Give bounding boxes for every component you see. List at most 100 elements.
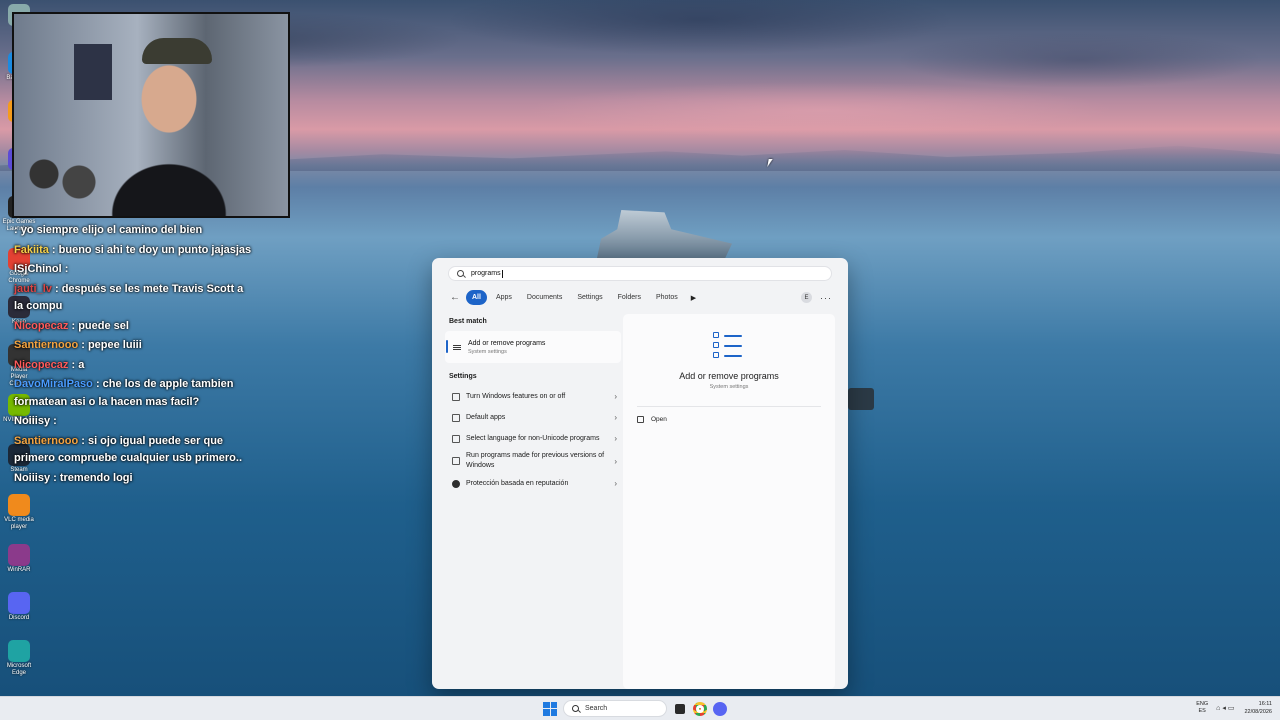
chat-text: : tremendo logi [53, 471, 133, 484]
taskbar-center: Search [543, 700, 727, 717]
search-filters: ← All Apps Documents Settings Folders Photos … [448, 290, 832, 305]
desktop-icon[interactable]: Discord [2, 592, 36, 622]
more-filters-play-icon[interactable]: ▶ [691, 294, 696, 302]
detail-subtitle: System settings [709, 384, 749, 390]
system-tray: ENG ES ⌂◂▭ 16:11 22/08/2026 [1196, 700, 1272, 716]
search-input[interactable]: programs [448, 266, 832, 281]
clock-time: 16:11 [1258, 701, 1272, 707]
chat-text: : pepee luiii [81, 339, 142, 351]
chat-message: jauti_lv : después se les mete Travis Sc… [14, 281, 254, 316]
settings-result-item[interactable]: Run programs made for previous versions … [445, 449, 621, 473]
chat-message: lSjChinol : [14, 261, 254, 279]
results-list: Best match Add or remove programs System… [445, 314, 621, 494]
settings-result-label: Run programs made for previous versions … [466, 452, 605, 469]
filter-chip-folders[interactable]: Folders [612, 290, 647, 305]
chat-username: Fakiita [14, 243, 49, 256]
desktop-icon-label: WinRAR [7, 567, 31, 573]
chat-username: lSjChinol [14, 263, 62, 275]
compatibility-icon [452, 457, 460, 465]
chat-text: : puede sel [71, 319, 129, 332]
chrome-icon[interactable] [693, 701, 707, 716]
open-external-icon [637, 416, 644, 423]
chat-username: Noiiisy [14, 471, 51, 484]
detail-divider [637, 406, 821, 407]
chevron-right-icon: › [614, 434, 617, 443]
filter-chip-apps[interactable]: Apps [490, 290, 518, 305]
chat-text: : [53, 415, 57, 427]
settings-heading: Settings [449, 373, 477, 380]
open-label: Open [651, 416, 667, 423]
profile-avatar[interactable]: E [801, 292, 812, 303]
best-match-item[interactable]: Add or remove programs System settings [445, 331, 621, 363]
start-search-panel: programs ← All Apps Documents Settings Folde… [432, 258, 848, 689]
windows-features-icon [452, 392, 460, 401]
more-options-icon[interactable]: ··· [820, 293, 832, 303]
chat-message: Noiiisy : [14, 413, 254, 431]
taskbar-search-label: Search [585, 705, 608, 712]
apps-list-icon [453, 344, 461, 351]
chevron-right-icon: › [614, 392, 617, 401]
chat-message: DavoMiralPaso : che los de apple tambien… [14, 376, 254, 411]
best-match-title: Add or remove programs [468, 339, 546, 347]
chat-username: Santiernooo [14, 339, 79, 351]
vlc-icon [8, 494, 30, 516]
settings-result-item[interactable]: Default apps › [445, 407, 621, 428]
chat-message: Fakiita : bueno si ahi te doy un punto j… [14, 242, 254, 260]
wallpaper-boat [597, 210, 732, 258]
settings-result-item[interactable]: Select language for non-Unicode programs… [445, 428, 621, 449]
winrar-icon [8, 544, 30, 566]
language-indicator[interactable]: ENG ES [1196, 701, 1208, 715]
discord-icon[interactable] [713, 701, 727, 716]
desktop-icon-label: Discord [8, 615, 30, 621]
chat-message: Noiiisy : tremendo logi [14, 470, 254, 488]
language-top: ENG [1196, 701, 1209, 707]
back-arrow-icon[interactable]: ← [448, 292, 462, 303]
chevron-right-icon: › [614, 413, 617, 422]
desktop-icon-label: Microsoft Edge [6, 663, 32, 676]
search-query: programs [471, 270, 501, 277]
desktop-icon-label: VLC media player [4, 517, 34, 530]
settings-result-label: Protección basada en reputación [466, 479, 569, 487]
settings-result-label: Turn Windows features on or off [466, 392, 566, 400]
best-match-subtitle: System settings [468, 348, 507, 355]
clock[interactable]: 16:11 22/08/2026 [1244, 700, 1272, 716]
chevron-right-icon: › [614, 456, 617, 466]
chat-username: jauti_lv [14, 282, 52, 295]
network-volume-battery-icons[interactable]: ⌂◂▭ [1216, 704, 1236, 712]
task-view-icon[interactable] [675, 703, 685, 714]
selection-indicator [446, 340, 448, 353]
chat-message: : yo siempre elijo el camino del bien [14, 222, 254, 240]
desktop-icon[interactable]: WinRAR [2, 544, 36, 574]
streamer [109, 44, 229, 216]
filter-chip-photos[interactable]: Photos [650, 290, 684, 305]
settings-result-item[interactable]: Turn Windows features on or off › [445, 386, 621, 407]
drum-kit [24, 154, 104, 204]
filter-chip-all[interactable]: All [466, 290, 487, 305]
taskbar: Search ENG ES ⌂◂▭ 16:11 22/08/2026 [0, 696, 1280, 720]
chat-message: Nicopecaz : a [14, 357, 254, 375]
chat-username: Noiiisy [14, 415, 51, 427]
shield-icon [452, 479, 460, 488]
chat-text: : bueno si ahi te doy un punto jajasjas [51, 243, 252, 256]
chat-message: Nicopecaz : puede sel [14, 318, 254, 336]
filter-chip-documents[interactable]: Documents [521, 290, 568, 305]
filter-chip-settings[interactable]: Settings [571, 290, 608, 305]
chat-username: Nicopecaz [14, 358, 69, 371]
result-detail-pane: Add or remove programs System settings O… [623, 314, 835, 689]
taskbar-search[interactable]: Search [563, 700, 667, 717]
open-action[interactable]: Open [637, 416, 667, 423]
chat-message: Santiernooo : pepee luiii [14, 337, 254, 355]
chat-username: Nicopecaz [14, 319, 69, 332]
chat-username: DavoMiralPaso [14, 378, 93, 390]
start-button-windows-icon[interactable] [543, 701, 557, 716]
desktop-icon[interactable]: VLC media player [2, 494, 36, 531]
text-caret [501, 269, 503, 278]
settings-result-item[interactable]: Protección basada en reputación › [445, 473, 621, 494]
chat-text: : yo siempre elijo el camino del bien [14, 224, 203, 236]
apps-list-large-icon [713, 332, 743, 360]
desktop-icon[interactable]: Microsoft Edge [2, 640, 36, 677]
edge-icon [8, 640, 30, 662]
clock-date: 22/08/2026 [1244, 709, 1272, 715]
wallpaper-rock [848, 388, 874, 410]
chat-message: Santiernooo : si ojo igual puede ser que… [14, 433, 254, 468]
